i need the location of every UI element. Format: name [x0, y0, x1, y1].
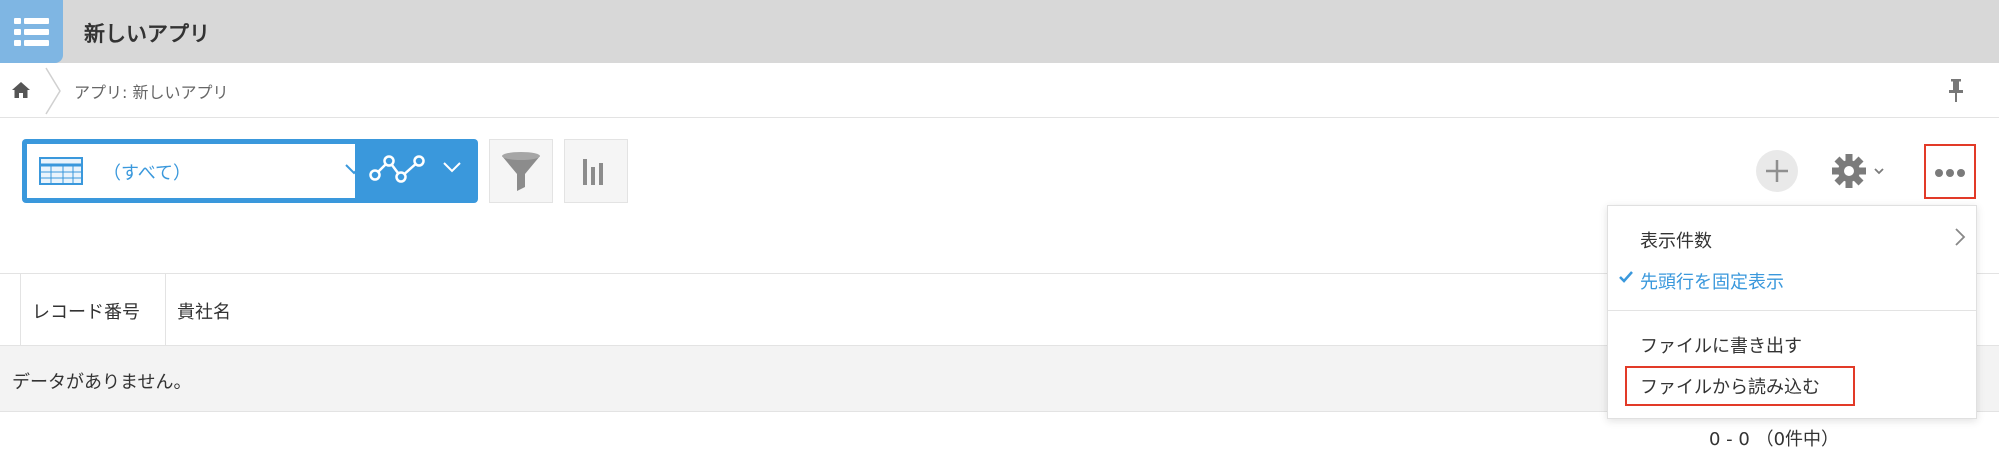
chevron-down-icon — [443, 162, 461, 173]
gear-icon — [1832, 154, 1884, 188]
import-highlight — [1625, 366, 1855, 406]
graph-icon — [369, 155, 425, 183]
check-icon — [1619, 271, 1633, 283]
more-options-menu: 表示件数 先頭行を固定表示 ファイルに書き出す ファイルから読み込む — [1607, 205, 1977, 419]
view-label: （すべて） — [103, 163, 192, 184]
table-icon — [39, 157, 83, 185]
app-title: 新しいアプリ — [84, 22, 210, 46]
breadcrumb-separator — [45, 67, 61, 115]
chevron-right-icon — [1955, 228, 1966, 246]
app-header: 新しいアプリ — [0, 0, 1999, 63]
chart-button[interactable] — [564, 139, 628, 203]
menu-item-display-count[interactable]: 表示件数 — [1640, 227, 1712, 253]
empty-message: データがありません。 — [12, 372, 192, 393]
list-icon[interactable] — [0, 0, 63, 63]
home-icon[interactable] — [11, 81, 31, 99]
column-header-company-name[interactable]: 貴社名 — [177, 298, 231, 324]
add-record-button[interactable] — [1756, 150, 1798, 192]
filter-button[interactable] — [489, 139, 553, 203]
filter-icon — [502, 152, 540, 191]
pagination-count: 0 - 0 （0件中） — [1709, 429, 1840, 450]
menu-item-export-file[interactable]: ファイルに書き出す — [1640, 332, 1802, 358]
menu-divider — [1608, 310, 1976, 311]
graph-selector[interactable] — [355, 139, 478, 203]
bar-chart-icon — [583, 159, 603, 185]
more-options-button[interactable] — [1924, 144, 1976, 199]
breadcrumb: アプリ: 新しいアプリ — [0, 63, 1999, 118]
plus-icon — [1766, 160, 1788, 182]
column-header-record-number[interactable]: レコード番号 — [32, 298, 140, 324]
view-dropdown[interactable]: （すべて） — [27, 144, 376, 198]
menu-item-freeze-first-row[interactable]: 先頭行を固定表示 — [1640, 268, 1784, 294]
pin-icon[interactable] — [1948, 77, 1964, 103]
chevron-down-icon — [1874, 168, 1884, 175]
view-selector[interactable]: （すべて） — [22, 139, 376, 203]
settings-button[interactable] — [1828, 150, 1890, 192]
breadcrumb-app-link[interactable]: アプリ: 新しいアプリ — [74, 79, 228, 103]
